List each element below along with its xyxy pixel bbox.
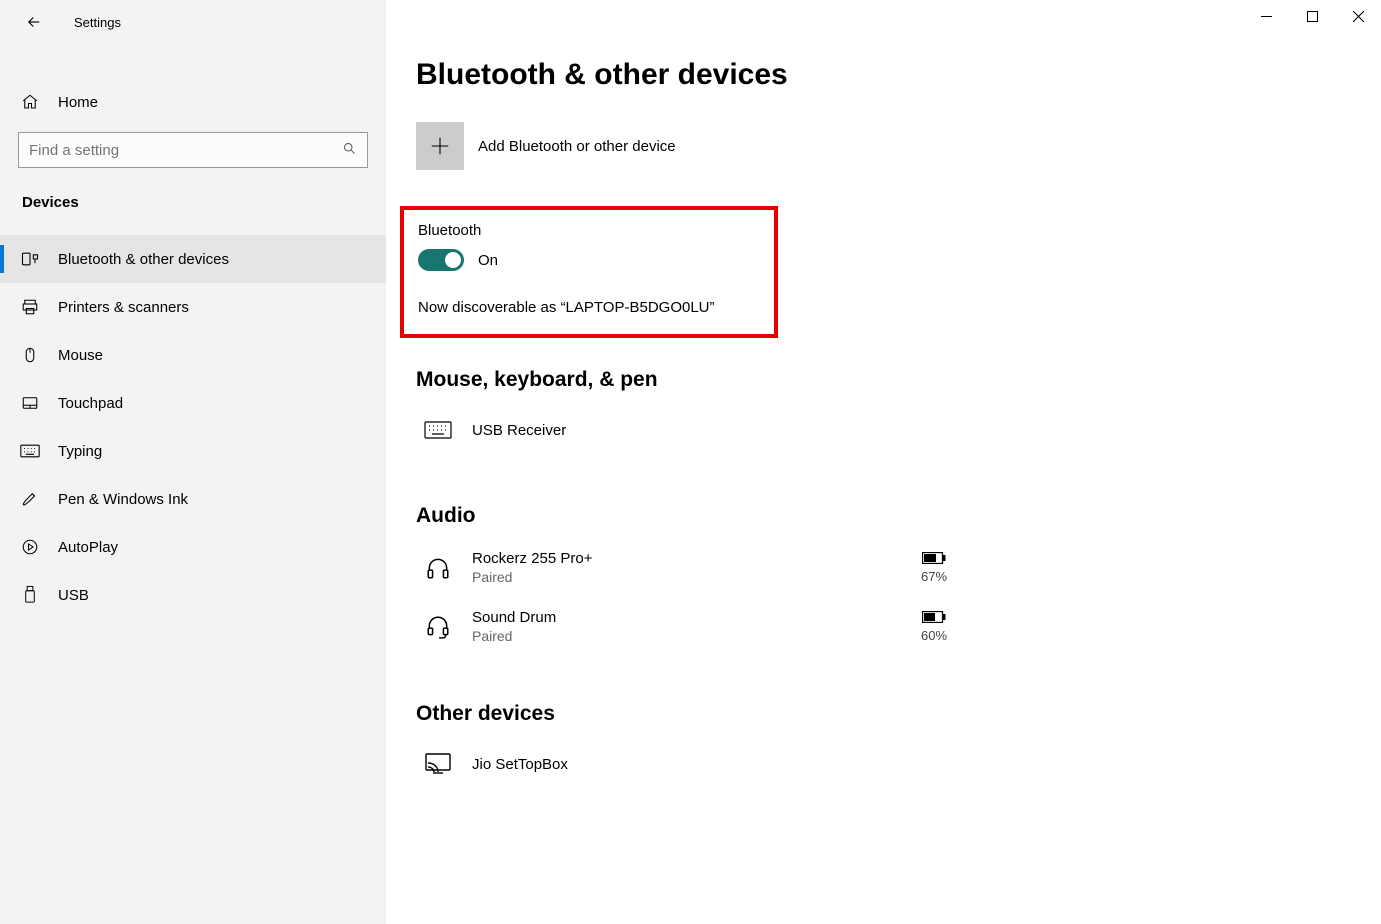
plus-box [416, 122, 464, 170]
sidebar-item-mouse[interactable]: Mouse [0, 331, 386, 379]
page-title: Bluetooth & other devices [416, 58, 1381, 92]
device-row-sounddrum[interactable]: Sound Drum Paired 60% [416, 603, 956, 662]
sidebar-item-label: Bluetooth & other devices [58, 251, 229, 268]
device-name: Jio SetTopBox [472, 756, 956, 773]
arrow-left-icon [25, 13, 43, 31]
device-status: Paired [472, 628, 894, 644]
battery-percent: 60% [912, 628, 956, 643]
maximize-icon [1307, 11, 1318, 22]
window-controls [1243, 0, 1381, 32]
sidebar-item-label: Printers & scanners [58, 299, 189, 316]
sidebar-header: Settings [0, 0, 386, 40]
sidebar-item-label: Pen & Windows Ink [58, 491, 188, 508]
nav-list: Bluetooth & other devices Printers & sca… [0, 235, 386, 619]
keyboard-device-icon [422, 414, 454, 446]
back-button[interactable] [24, 12, 44, 32]
mouse-icon [20, 345, 40, 365]
close-icon [1353, 11, 1364, 22]
autoplay-icon [20, 537, 40, 557]
device-name: USB Receiver [472, 422, 956, 439]
headset-icon [422, 611, 454, 643]
close-button[interactable] [1335, 0, 1381, 32]
battery-percent: 67% [912, 569, 956, 584]
touchpad-icon [20, 393, 40, 413]
main-content: Bluetooth & other devices Add Bluetooth … [386, 0, 1381, 924]
device-status: Paired [472, 569, 894, 585]
bluetooth-highlight: Bluetooth On Now discoverable as “LAPTOP… [400, 206, 778, 338]
minimize-button[interactable] [1243, 0, 1289, 32]
usb-icon [20, 585, 40, 605]
headphones-icon [422, 552, 454, 584]
app-title: Settings [74, 15, 121, 30]
bluetooth-toggle[interactable] [418, 249, 464, 271]
pen-icon [20, 489, 40, 509]
sidebar-item-label: AutoPlay [58, 539, 118, 556]
bluetooth-toggle-row: On [418, 249, 760, 271]
home-icon [20, 92, 40, 112]
bluetooth-devices-icon [20, 249, 40, 269]
home-nav[interactable]: Home [0, 80, 386, 124]
device-row-settop[interactable]: Jio SetTopBox [416, 742, 956, 798]
add-device-label: Add Bluetooth or other device [478, 138, 676, 155]
bluetooth-label: Bluetooth [418, 222, 760, 239]
device-name: Rockerz 255 Pro+ [472, 550, 894, 567]
device-name: Sound Drum [472, 609, 894, 626]
section-title-audio: Audio [416, 504, 1381, 528]
sidebar-item-label: Touchpad [58, 395, 123, 412]
bluetooth-state: On [478, 252, 498, 269]
search-icon [342, 141, 357, 159]
keyboard-icon [20, 441, 40, 461]
battery-icon [912, 610, 956, 626]
section-title-other: Other devices [416, 702, 1381, 726]
sidebar-item-usb[interactable]: USB [0, 571, 386, 619]
sidebar-item-label: Typing [58, 443, 102, 460]
category-title: Devices [0, 186, 386, 235]
sidebar-item-autoplay[interactable]: AutoPlay [0, 523, 386, 571]
device-battery: 67% [912, 551, 956, 584]
sidebar-item-label: Mouse [58, 347, 103, 364]
minimize-icon [1261, 11, 1272, 22]
search-box[interactable] [18, 132, 368, 168]
sidebar-item-pen[interactable]: Pen & Windows Ink [0, 475, 386, 523]
search-input[interactable] [29, 142, 342, 159]
device-battery: 60% [912, 610, 956, 643]
plus-icon [429, 135, 451, 157]
device-row-rockerz[interactable]: Rockerz 255 Pro+ Paired 67% [416, 544, 956, 603]
screen-cast-icon [422, 748, 454, 780]
add-device-button[interactable]: Add Bluetooth or other device [416, 122, 1381, 170]
sidebar-item-touchpad[interactable]: Touchpad [0, 379, 386, 427]
battery-icon [912, 551, 956, 567]
home-label: Home [58, 94, 98, 111]
section-title-mouse: Mouse, keyboard, & pen [416, 368, 1381, 392]
sidebar-item-printers[interactable]: Printers & scanners [0, 283, 386, 331]
sidebar-item-typing[interactable]: Typing [0, 427, 386, 475]
sidebar-item-label: USB [58, 587, 89, 604]
maximize-button[interactable] [1289, 0, 1335, 32]
discoverable-text: Now discoverable as “LAPTOP-B5DGO0LU” [418, 299, 760, 316]
sidebar: Settings Home Devices Bluetooth & other … [0, 0, 386, 924]
printer-icon [20, 297, 40, 317]
device-row-usb-receiver[interactable]: USB Receiver [416, 408, 956, 464]
sidebar-item-bluetooth[interactable]: Bluetooth & other devices [0, 235, 386, 283]
